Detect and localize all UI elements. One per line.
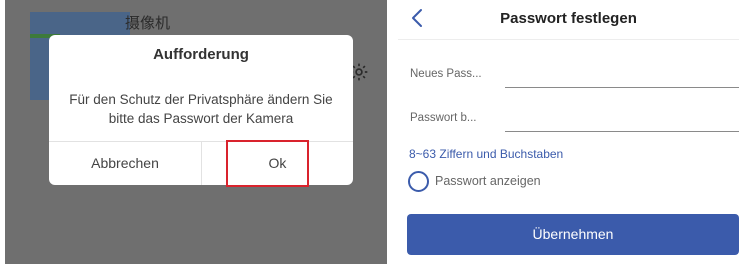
page-title: Passwort festlegen [500,10,637,27]
password-hint: 8~63 Ziffern und Buchstaben [409,147,564,161]
dialog-title: Aufforderung [153,46,249,63]
right-screen: Passwort festlegen Neues Pass... Passwor… [398,0,739,267]
header: Passwort festlegen [398,0,739,40]
show-password-label: Passwort anzeigen [435,174,541,188]
confirm-password-input[interactable] [505,106,739,132]
new-password-row: Neues Pass... [410,62,739,88]
radio-circle-icon[interactable] [408,171,429,192]
confirm-password-row: Passwort b... [410,106,739,132]
ok-button-highlight [226,140,309,187]
camera-name: 摄像机 [125,15,171,32]
dialog-message: Für den Schutz der Privatsphäre ändern S… [69,92,333,126]
confirm-password-label: Passwort b... [410,112,477,124]
left-screen: 摄像机 Aufforderung Für den Schutz der Priv… [5,0,387,264]
new-password-label: Neues Pass... [410,68,482,80]
cancel-button[interactable]: Abbrechen [49,141,201,185]
apply-button[interactable]: Übernehmen [407,214,739,255]
new-password-input[interactable] [505,62,739,88]
